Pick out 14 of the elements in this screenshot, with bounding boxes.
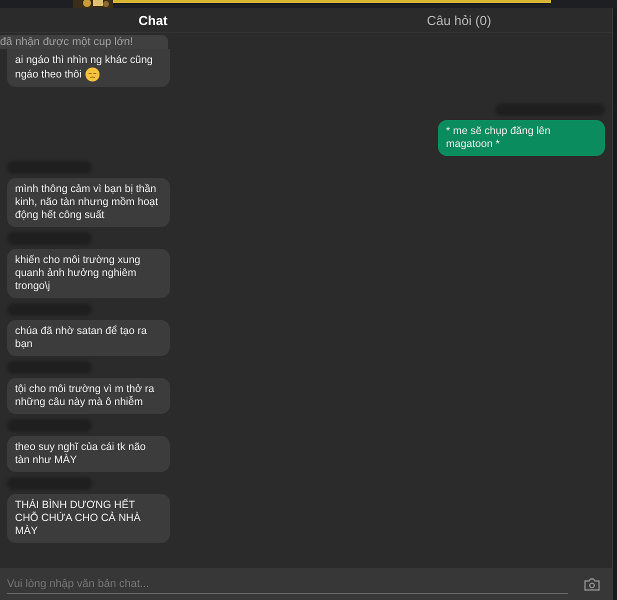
camera-icon[interactable]: [584, 577, 600, 591]
notification-text: đã nhận được một cup lớn!: [0, 35, 168, 49]
message-text: tội cho môi trường vì m thở ra những câu này mà ô nhiễm: [15, 383, 154, 408]
chat-input-bar[interactable]: Vui lòng nhập văn bản chat...: [0, 568, 612, 600]
tab[interactable]: Chat: [0, 8, 306, 32]
chat-input[interactable]: Vui lòng nhập văn bản chat...: [7, 574, 568, 594]
message-text: * me sẽ chụp đăng lên magatoon *: [446, 125, 550, 150]
tab[interactable]: Câu hỏi (0): [306, 8, 612, 32]
message-text: THÁI BÌNH DƯƠNG HẾT CHỖ CHỨA CHO CẢ NHÀ MÀY: [15, 499, 141, 537]
message-text: theo suy nghĩ của cái tk não tàn như MÀY: [15, 441, 146, 466]
message-text: chúa đã nhờ satan để tạo ra bạn: [15, 325, 147, 350]
message-text: khiến cho môi trường xung quanh ảnh hưởng nghiêm trongo\j: [15, 254, 140, 292]
message-text: mình thông cảm vì bạn bị thần kinh, não tàn nhưng mồm hoạt động hết công suất: [15, 183, 158, 221]
message-text: ai ngáo thì nhìn ng khác cũng ngáo theo thôi: [15, 54, 153, 80]
